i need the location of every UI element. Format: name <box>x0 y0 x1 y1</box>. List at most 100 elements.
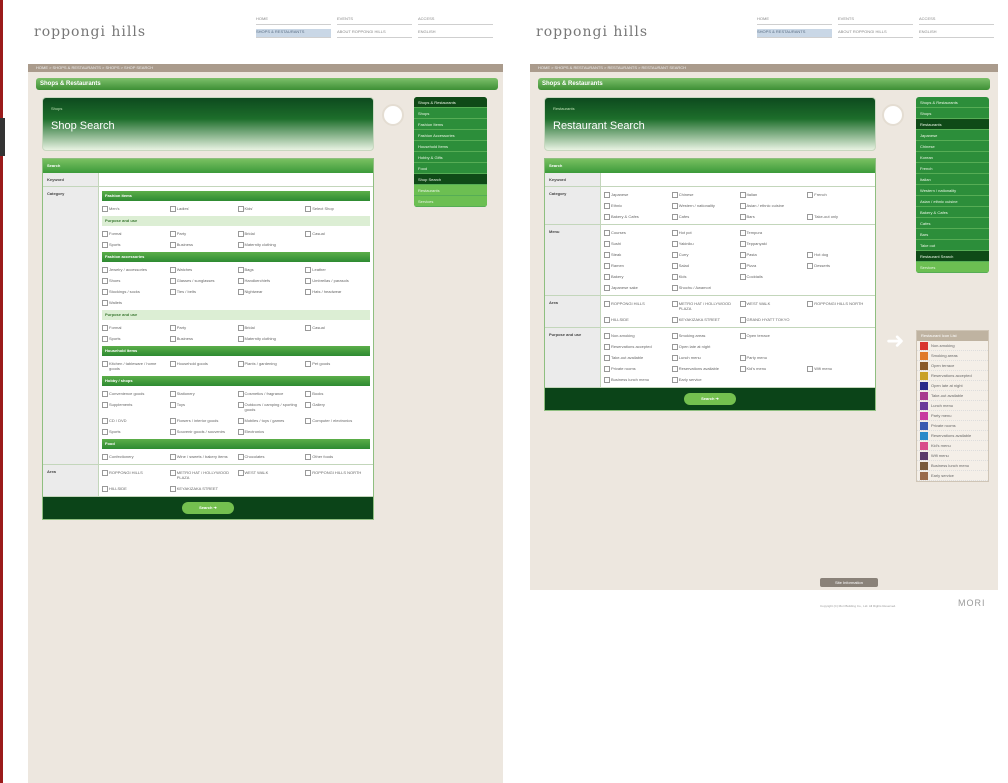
option-checkbox[interactable]: Souvenir goods / souvenirs <box>169 426 235 437</box>
option-checkbox[interactable]: Western / nationality <box>671 200 737 211</box>
nav-about[interactable]: ABOUT ROPPONGI HILLS <box>838 29 913 38</box>
option-checkbox[interactable]: Reservations available <box>671 363 737 374</box>
side-menu-item[interactable]: Shops <box>414 108 487 119</box>
option-checkbox[interactable]: Party <box>169 228 235 239</box>
option-checkbox[interactable]: Sports <box>102 333 167 344</box>
option-checkbox[interactable]: Open terrace <box>739 330 805 341</box>
option-checkbox[interactable]: Curry <box>671 249 737 260</box>
nav-events[interactable]: EVENTS <box>838 16 913 25</box>
option-checkbox[interactable]: Kitchen / tableware / home goods <box>102 358 167 374</box>
option-checkbox[interactable]: Open late at night <box>671 341 737 352</box>
side-menu-item[interactable]: Cafes <box>916 218 989 229</box>
side-menu-item[interactable]: Restaurant Search <box>916 251 989 262</box>
nav-shops-restaurants[interactable]: SHOPS & RESTAURANTS <box>757 29 832 38</box>
side-menu-item[interactable]: Take out <box>916 240 989 251</box>
site-logo[interactable]: roppongi hills <box>34 24 146 40</box>
option-checkbox[interactable]: Shoes <box>102 275 167 286</box>
option-checkbox[interactable]: Formal <box>102 322 167 333</box>
option-checkbox[interactable]: Teppanyaki <box>739 238 805 249</box>
option-checkbox[interactable]: ROPPONGI HILLS NORTH <box>305 467 370 483</box>
nav-events[interactable]: EVENTS <box>337 16 412 25</box>
option-checkbox[interactable]: HILLSIDE <box>102 483 167 494</box>
option-checkbox[interactable]: METRO HAT / HOLLYWOOD PLAZA <box>169 467 235 483</box>
side-menu-item[interactable]: Chinese <box>916 141 989 152</box>
option-checkbox[interactable]: Supplements <box>102 399 167 415</box>
option-checkbox[interactable]: Business <box>169 333 235 344</box>
option-checkbox[interactable]: Tempura <box>739 227 805 238</box>
side-menu-item[interactable]: Shops <box>916 108 989 119</box>
nav-english[interactable]: ENGLISH <box>919 29 994 38</box>
option-checkbox[interactable]: Cosmetics / fragrance <box>237 388 303 399</box>
option-checkbox[interactable]: KEYAKIZAKA STREET <box>671 314 737 325</box>
option-checkbox[interactable]: Wine / sweets / bakery items <box>169 451 235 462</box>
side-menu-item[interactable]: French <box>916 163 989 174</box>
option-checkbox[interactable]: Chocolates <box>237 451 303 462</box>
option-checkbox[interactable]: Smoking areas <box>671 330 737 341</box>
option-checkbox[interactable]: Maternity clothing <box>237 239 303 250</box>
option-checkbox[interactable]: Asian / ethnic cuisine <box>739 200 805 211</box>
option-checkbox[interactable]: Japanese <box>604 189 669 200</box>
option-checkbox[interactable]: Other foods <box>305 451 370 462</box>
option-checkbox[interactable]: Hot dog <box>807 249 872 260</box>
keyword-input[interactable] <box>601 173 875 186</box>
option-checkbox[interactable]: Books <box>305 388 370 399</box>
option-checkbox[interactable]: Electronics <box>237 426 303 437</box>
option-checkbox[interactable]: Watches <box>169 264 235 275</box>
nav-home[interactable]: HOME <box>757 16 832 25</box>
option-checkbox[interactable]: Steak <box>604 249 669 260</box>
option-checkbox[interactable]: Formal <box>102 228 167 239</box>
option-checkbox[interactable]: Party <box>169 322 235 333</box>
option-checkbox[interactable]: Confectionery <box>102 451 167 462</box>
option-checkbox[interactable]: Cocktails <box>739 271 805 282</box>
option-checkbox[interactable]: Ramen <box>604 260 669 271</box>
side-menu-item[interactable]: Shop Search <box>414 174 487 185</box>
option-checkbox[interactable]: Sports <box>102 239 167 250</box>
option-checkbox[interactable]: Salad <box>671 260 737 271</box>
side-menu-item[interactable]: Western / nationality <box>916 185 989 196</box>
breadcrumb-text[interactable]: HOME > SHOPS & RESTAURANTS > RESTAURANTS… <box>538 65 686 70</box>
option-checkbox[interactable]: Maternity clothing <box>237 333 303 344</box>
option-checkbox[interactable]: ROPPONGI HILLS NORTH <box>807 298 872 314</box>
option-checkbox[interactable]: ROPPONGI HILLS <box>604 298 669 314</box>
option-checkbox[interactable]: Plants / gardening <box>237 358 303 374</box>
option-checkbox[interactable]: Courses <box>604 227 669 238</box>
option-checkbox[interactable]: Business <box>169 239 235 250</box>
option-checkbox[interactable]: Kids' <box>237 203 303 214</box>
option-checkbox[interactable]: Desserts <box>807 260 872 271</box>
option-checkbox[interactable]: Hats / headwear <box>305 286 370 297</box>
side-menu-item[interactable]: Shops & Restaurants <box>916 97 989 108</box>
option-checkbox[interactable]: WEST WALK <box>739 298 805 314</box>
side-menu-item[interactable]: Hobby & Gifts <box>414 152 487 163</box>
option-checkbox[interactable]: Wallets <box>102 297 167 308</box>
option-checkbox[interactable]: Pet goods <box>305 358 370 374</box>
option-checkbox[interactable]: METRO HAT / HOLLYWOOD PLAZA <box>671 298 737 314</box>
option-checkbox[interactable]: Pizza <box>739 260 805 271</box>
option-checkbox[interactable]: Wifi menu <box>807 363 872 374</box>
option-checkbox[interactable]: Bakery & Cafes <box>604 211 669 222</box>
option-checkbox[interactable]: Sushi <box>604 238 669 249</box>
nav-shops-restaurants[interactable]: SHOPS & RESTAURANTS <box>256 29 331 38</box>
option-checkbox[interactable]: Outdoors / camping / sporting goods <box>237 399 303 415</box>
side-menu-item[interactable]: Food <box>414 163 487 174</box>
option-checkbox[interactable]: Yakiniku <box>671 238 737 249</box>
option-checkbox[interactable]: Household goods <box>169 358 235 374</box>
option-checkbox[interactable]: Lunch menu <box>671 352 737 363</box>
option-checkbox[interactable]: Leather <box>305 264 370 275</box>
option-checkbox[interactable]: HILLSIDE <box>604 314 669 325</box>
nav-access[interactable]: ACCESS <box>418 16 493 25</box>
option-checkbox[interactable]: Jewelry / accessories <box>102 264 167 275</box>
option-checkbox[interactable]: Business lunch menu <box>604 374 669 385</box>
option-checkbox[interactable]: Glasses / sunglasses <box>169 275 235 286</box>
side-menu-item[interactable]: Household Items <box>414 141 487 152</box>
option-checkbox[interactable]: GRAND HYATT TOKYO <box>739 314 805 325</box>
option-checkbox[interactable]: Stockings / socks <box>102 286 167 297</box>
option-checkbox[interactable]: Cafes <box>671 211 737 222</box>
option-checkbox[interactable]: Non-smoking <box>604 330 669 341</box>
option-checkbox[interactable]: WEST WALK <box>237 467 303 483</box>
option-checkbox[interactable]: Ladies' <box>169 203 235 214</box>
option-checkbox[interactable]: Nightwear <box>237 286 303 297</box>
option-checkbox[interactable]: Party menu <box>739 352 805 363</box>
option-checkbox[interactable]: Bags <box>237 264 303 275</box>
option-checkbox[interactable]: Bridal <box>237 322 303 333</box>
option-checkbox[interactable]: Kid's menu <box>739 363 805 374</box>
